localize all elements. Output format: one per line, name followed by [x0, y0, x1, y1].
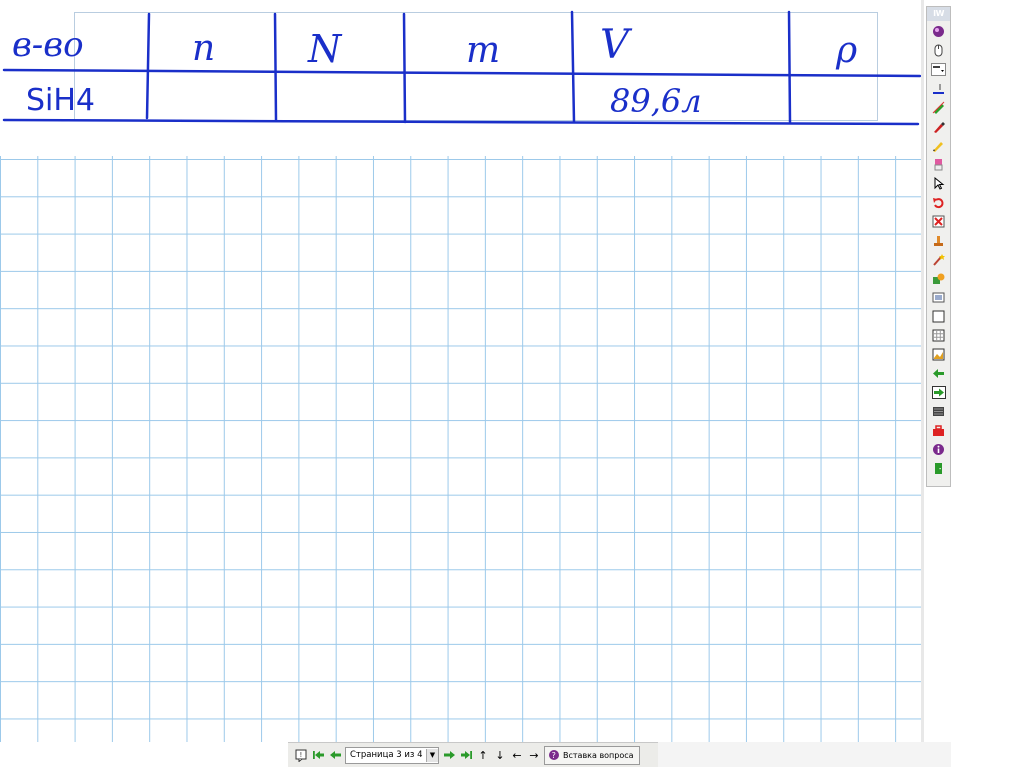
next-page-icon[interactable] [442, 747, 456, 763]
toolbox-icon[interactable] [930, 422, 947, 439]
page-selector-label: Страница 3 из 4 [350, 750, 423, 760]
cursor-icon[interactable] [930, 175, 947, 192]
screenshot-icon[interactable] [930, 289, 947, 306]
page-navigation-bar: ! Страница 3 из 4 ▼ ↑ ↓ ← → ? Вставка во… [288, 742, 658, 767]
bottom-margin [0, 742, 288, 767]
insert-question-icon: ? [549, 750, 559, 760]
shapes-icon[interactable] [930, 270, 947, 287]
whiteboard-canvas[interactable]: в-во n N m V ρ SiH4 89,6л [0, 0, 924, 742]
grid-page-icon[interactable] [930, 327, 947, 344]
column-divider [273, 12, 278, 122]
column-divider [787, 10, 792, 124]
delete-icon[interactable] [930, 213, 947, 230]
bottom-margin-right [658, 742, 951, 767]
prev-page-icon[interactable] [930, 365, 947, 382]
column-divider [570, 10, 576, 124]
column-divider [402, 12, 407, 124]
svg-text:?: ? [552, 751, 556, 760]
marker-icon[interactable] [930, 118, 947, 135]
scroll-down-icon[interactable]: ↓ [493, 747, 507, 763]
insert-question-label: Вставка вопроса [563, 750, 634, 760]
info-icon[interactable] [930, 441, 947, 458]
board-scroll-edge [921, 0, 924, 742]
first-page-icon[interactable] [311, 747, 325, 763]
handwritten-table: в-во n N m V ρ SiH4 89,6л [2, 10, 922, 126]
blank-page-icon[interactable] [930, 308, 947, 325]
magic-pen-icon[interactable] [930, 251, 947, 268]
svg-text:!: ! [300, 751, 303, 759]
previous-page-icon[interactable] [328, 747, 342, 763]
globe-icon[interactable] [930, 23, 947, 40]
chevron-down-icon[interactable]: ▼ [426, 748, 438, 762]
scroll-left-icon[interactable]: ← [510, 747, 524, 763]
header-V: V [600, 22, 633, 68]
next-page-icon[interactable] [930, 384, 947, 401]
header-N: N [307, 27, 343, 71]
stamp-icon[interactable] [930, 232, 947, 249]
exit-icon[interactable] [930, 460, 947, 477]
column-divider [145, 12, 151, 120]
tool-palette: IW [926, 6, 951, 487]
mouse-icon[interactable] [930, 42, 947, 59]
keyboard-icon[interactable] [930, 403, 947, 420]
scroll-up-icon[interactable]: ↑ [476, 747, 490, 763]
palette-badge: IW [927, 7, 950, 21]
header-n: n [192, 28, 215, 69]
header-rho: ρ [835, 30, 857, 71]
eraser-icon[interactable] [930, 156, 947, 173]
pen-width-icon[interactable] [930, 80, 947, 97]
undo-icon[interactable] [930, 194, 947, 211]
insert-question-button[interactable]: ? Вставка вопроса [544, 745, 640, 765]
scroll-right-icon[interactable]: → [527, 747, 541, 763]
header-substance: в-во [12, 25, 84, 65]
cell-formula: SiH4 [26, 83, 95, 118]
highlighter-icon[interactable] [930, 99, 947, 116]
image-page-icon[interactable] [930, 346, 947, 363]
line-style-icon[interactable] [930, 61, 947, 78]
last-page-icon[interactable] [459, 747, 473, 763]
table-line-bottom [2, 118, 920, 126]
page-selector[interactable]: Страница 3 из 4 ▼ [345, 746, 439, 764]
header-m: m [466, 30, 500, 71]
table-line-top [2, 68, 922, 78]
cell-volume: 89,6л [610, 82, 702, 120]
pencil-icon[interactable] [930, 137, 947, 154]
notes-icon[interactable]: ! [294, 747, 308, 763]
